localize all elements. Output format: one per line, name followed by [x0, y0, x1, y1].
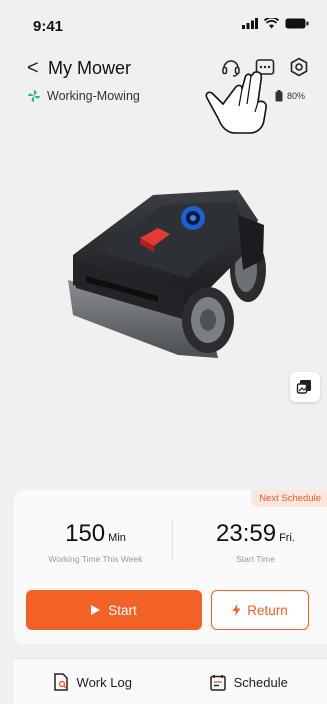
- hand-pointer-icon: [205, 71, 267, 134]
- status-time: 9:41: [33, 18, 64, 35]
- nav-schedule[interactable]: Schedule: [171, 659, 327, 704]
- fan-icon: [28, 90, 40, 102]
- mower-home-screen: 9:41 < My Mower Working-Mowing 80% Next …: [0, 0, 327, 704]
- device-status: Working-Mowing: [27, 89, 140, 103]
- nav-schedule-label: Schedule: [233, 674, 288, 690]
- mower-image: [68, 190, 266, 358]
- status-bar: 9:41: [0, 0, 327, 48]
- battery-icon: [275, 90, 283, 102]
- start-button[interactable]: Start: [26, 590, 202, 630]
- return-button-label: Return: [247, 602, 288, 618]
- status-battery-icon: [285, 18, 309, 29]
- nav-work-log[interactable]: Work Log: [14, 659, 171, 704]
- start-button-label: Start: [108, 602, 137, 618]
- device-battery: 80%: [275, 90, 305, 102]
- working-time-unit: Min: [108, 532, 126, 544]
- start-time-label: Start Time: [236, 554, 275, 564]
- page-title: My Mower: [48, 58, 132, 78]
- map-view-button[interactable]: [290, 372, 320, 402]
- signal-icon: [242, 18, 258, 29]
- map-view-icon: [296, 380, 311, 394]
- return-button[interactable]: Return: [211, 590, 309, 630]
- start-time-value: 23:59: [216, 520, 277, 547]
- wifi-icon: [264, 18, 279, 29]
- work-log-icon: [53, 673, 68, 691]
- battery-level: 80%: [286, 91, 305, 101]
- settings-icon[interactable]: [288, 56, 310, 78]
- start-time-stat: 23:59 Fri. Start Time: [184, 520, 327, 564]
- play-icon: [91, 605, 101, 615]
- lightning-icon: [232, 604, 241, 616]
- nav-work-log-label: Work Log: [76, 674, 132, 690]
- stat-divider: [172, 520, 173, 560]
- back-button[interactable]: <: [27, 57, 39, 80]
- schedule-card: Next Schedule 150 Min Working Time This W…: [14, 490, 327, 644]
- working-time-value: 150: [65, 520, 106, 547]
- start-time-day: Fri.: [279, 532, 295, 544]
- working-time-stat: 150 Min Working Time This Week: [28, 520, 163, 564]
- status-icons: [242, 18, 309, 29]
- next-schedule-badge: Next Schedule: [251, 490, 327, 507]
- working-time-label: Working Time This Week: [48, 554, 143, 564]
- device-state-text: Working-Mowing: [47, 89, 140, 103]
- schedule-icon: [209, 674, 226, 691]
- bottom-nav: Work Log Schedule: [14, 658, 327, 704]
